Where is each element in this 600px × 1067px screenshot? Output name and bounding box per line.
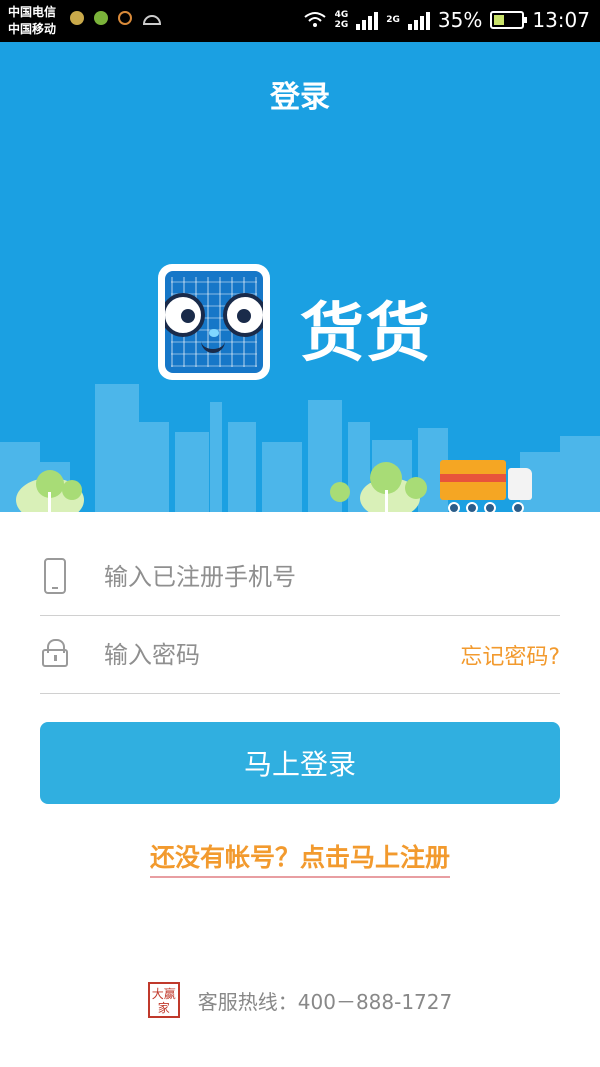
network-label-2: 2G (334, 20, 349, 30)
android-icon (142, 15, 162, 25)
forgot-password-link[interactable]: 忘记密码? (460, 639, 560, 671)
carrier-2: 中国移动 (8, 22, 57, 36)
signal-icon-1 (356, 10, 379, 30)
status-bar: 中国电信 中国移动 4G 2G 2G 35% 13:07 (0, 0, 600, 42)
register-wrap: 还没有帐号？点击马上注册 (40, 838, 560, 878)
customer-service-hotline[interactable]: 客服热线：400－888-1727 (198, 986, 452, 1015)
network-label-3: 2G (386, 15, 400, 25)
game-icon (94, 11, 108, 25)
delivery-truck-illustration (440, 460, 532, 512)
page-title: 登录 (270, 80, 330, 115)
register-link[interactable]: 还没有帐号？点击马上注册 (149, 838, 450, 878)
lock-icon (40, 635, 104, 675)
carrier-info: 中国电信 中国移动 (8, 4, 56, 38)
app-logo-icon (158, 264, 270, 380)
company-seal-icon: 大赢家 (147, 982, 180, 1018)
password-field-row: 忘记密码? (40, 616, 560, 694)
phone-field-row (40, 538, 560, 616)
notification-icons (70, 11, 162, 25)
login-button[interactable]: 马上登录 (40, 722, 560, 804)
login-form: 忘记密码? 马上登录 还没有帐号？点击马上注册 (40, 538, 560, 878)
battery-icon (490, 11, 528, 29)
header-banner: 登录 货货 (0, 42, 600, 512)
carrier-1: 中国电信 (8, 5, 57, 19)
status-right: 4G 2G 2G 35% 13:07 (303, 8, 590, 32)
footer: 大赢家 客服热线：400－888-1727 (0, 982, 600, 1018)
battery-percent: 35% (437, 8, 483, 32)
signal-icon-2 (407, 10, 430, 30)
password-input[interactable] (104, 630, 451, 679)
network-labels: 4G 2G (335, 10, 349, 30)
wifi-icon (303, 12, 326, 27)
brand-name: 货货 (300, 297, 432, 371)
phone-input[interactable] (104, 552, 560, 601)
phone-icon (40, 557, 104, 597)
notification-dot-icon (70, 11, 84, 25)
clock: 13:07 (532, 8, 590, 32)
face-icon (118, 11, 132, 25)
network-label-1: 4G (334, 10, 349, 20)
